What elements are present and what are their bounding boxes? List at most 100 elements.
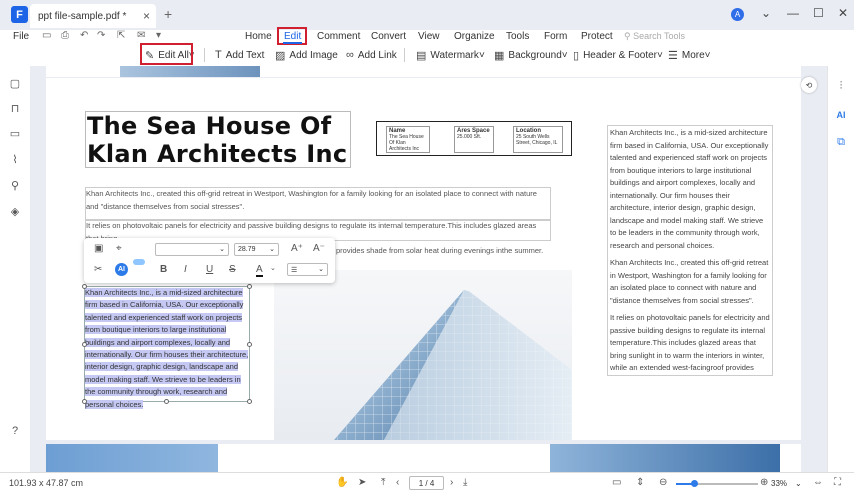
- first-page-icon[interactable]: ⤒: [381, 477, 385, 488]
- layers-icon[interactable]: ◈: [9, 206, 21, 218]
- page-nav-badge[interactable]: ⟲: [801, 77, 817, 93]
- resize-handle-s[interactable]: [164, 399, 169, 404]
- last-page-icon[interactable]: ⤓: [463, 477, 467, 488]
- text-box-icon: T: [215, 49, 222, 61]
- resize-handle-sw[interactable]: [82, 399, 87, 404]
- close-tab-icon[interactable]: ×: [143, 9, 150, 23]
- menu-organize[interactable]: Organize: [454, 31, 495, 42]
- menu-view[interactable]: View: [418, 31, 440, 42]
- underline-icon[interactable]: U: [206, 264, 213, 275]
- attachment-icon[interactable]: ⌇: [9, 154, 21, 166]
- scissors-icon[interactable]: ✂: [94, 264, 102, 275]
- select-tool-icon[interactable]: ➤: [358, 477, 366, 488]
- italic-icon[interactable]: I: [184, 264, 187, 275]
- new-tab-icon[interactable]: +: [164, 6, 172, 22]
- header-footer-icon: ▯: [573, 50, 580, 62]
- info-table[interactable]: Name The Sea House Of Klan Architects In…: [376, 121, 572, 156]
- properties-icon[interactable]: ⫶: [835, 80, 847, 92]
- intro-paragraph[interactable]: Khan Architects Inc., created this off-g…: [85, 187, 551, 221]
- right-paragraph-2: Khan Architects Inc., created this off-g…: [610, 258, 769, 305]
- comment-icon[interactable]: ▭: [9, 128, 21, 140]
- watermark-button[interactable]: ▤ Watermark ˅: [416, 49, 485, 62]
- resize-handle-e[interactable]: [247, 342, 252, 347]
- chevron-down-icon[interactable]: ⌄: [270, 264, 276, 272]
- ai-assistant-icon[interactable]: AI: [835, 109, 847, 121]
- undo-icon[interactable]: ↶: [80, 30, 88, 41]
- status-bar: 101.93 x 47.87 cm ✋ ➤ ⤒ ‹ 1 / 4 › ⤓ ▭ ⇕ …: [0, 472, 854, 493]
- next-page-image: [46, 444, 218, 472]
- header-footer-label: Header & Footer: [583, 50, 657, 61]
- zoom-slider[interactable]: [676, 480, 758, 487]
- right-sidebar: ⫶ AI ⧉: [827, 66, 854, 472]
- increase-font-icon[interactable]: A⁺: [291, 243, 303, 254]
- page-number-input[interactable]: 1 / 4: [409, 476, 444, 490]
- table-cell-area: Ares Space 25.000 Sft.: [454, 126, 494, 153]
- account-avatar[interactable]: A: [731, 8, 744, 21]
- font-color-icon[interactable]: A: [256, 264, 263, 277]
- search-tools[interactable]: ⚲ Search Tools: [624, 31, 685, 42]
- previous-page-icon[interactable]: ‹: [396, 477, 399, 488]
- menu-home[interactable]: Home: [245, 31, 272, 42]
- resize-handle-se[interactable]: [247, 399, 252, 404]
- text-style-icon[interactable]: ⌖: [116, 243, 122, 254]
- add-link-button[interactable]: ∞ Add Link: [346, 49, 397, 61]
- font-size-value: 28.79: [238, 246, 256, 253]
- search-icon[interactable]: ⚲: [9, 180, 21, 192]
- next-page-icon[interactable]: ›: [450, 477, 453, 488]
- chevron-down-icon: ˅: [704, 50, 711, 61]
- header-footer-button[interactable]: ▯ Header & Footer ˅: [573, 49, 663, 62]
- zoom-level-select[interactable]: 33% ⌄: [767, 476, 802, 490]
- menu-protect[interactable]: Protect: [581, 31, 613, 42]
- customize-dropdown-icon[interactable]: ▾: [156, 30, 161, 41]
- more-button[interactable]: ☰ More ˅: [668, 49, 711, 62]
- close-window-icon[interactable]: ✕: [838, 6, 848, 20]
- background-button[interactable]: ▦ Background ˅: [494, 49, 568, 62]
- zoom-out-icon[interactable]: ⊖: [659, 477, 667, 488]
- bookmark-icon[interactable]: ⊓: [9, 103, 21, 115]
- font-family-select[interactable]: ⌄: [155, 243, 229, 256]
- menu-comment[interactable]: Comment: [317, 31, 360, 42]
- minimize-icon[interactable]: —: [787, 6, 799, 20]
- menu-convert[interactable]: Convert: [371, 31, 406, 42]
- save-icon[interactable]: ▭: [42, 30, 51, 41]
- fit-page-icon[interactable]: ⇕: [636, 477, 644, 488]
- collapse-icon[interactable]: ⌄: [761, 6, 771, 20]
- add-text-button[interactable]: T Add Text: [215, 49, 264, 61]
- fullscreen-icon[interactable]: ⛶: [834, 477, 841, 488]
- alignment-select[interactable]: ☰ ⌄: [287, 263, 328, 276]
- resize-handle-ne[interactable]: [247, 284, 252, 289]
- bold-icon[interactable]: B: [160, 264, 167, 275]
- menu-tools[interactable]: Tools: [506, 31, 529, 42]
- zoom-slider-knob[interactable]: [691, 480, 699, 487]
- add-image-button[interactable]: ▨ Add Image: [275, 49, 338, 62]
- redo-icon[interactable]: ↷: [97, 30, 105, 41]
- page-thumbnail-icon[interactable]: ▢: [9, 78, 21, 90]
- menu-file[interactable]: File: [13, 31, 29, 42]
- page-layout-icon[interactable]: ▭: [612, 477, 621, 488]
- page-title[interactable]: The Sea House Of Klan Architects Inc: [85, 111, 351, 168]
- maximize-icon[interactable]: ☐: [813, 6, 824, 20]
- help-icon[interactable]: ?: [9, 425, 21, 437]
- mail-icon[interactable]: ✉: [137, 30, 145, 41]
- next-page-image-2: [550, 444, 780, 472]
- chevron-down-icon: ˅: [657, 50, 663, 61]
- print-icon[interactable]: ⎙: [61, 30, 69, 41]
- hand-tool-icon[interactable]: ✋: [336, 477, 348, 488]
- ai-rewrite-icon[interactable]: AI: [115, 263, 128, 276]
- selected-text-block[interactable]: Khan Architects Inc., is a mid-sized arc…: [84, 286, 250, 409]
- font-size-select[interactable]: 28.79 ⌄: [234, 243, 279, 256]
- right-paragraph-3: It relies on photovoltaic panels for ele…: [610, 313, 770, 372]
- resize-handle-nw[interactable]: [82, 284, 87, 289]
- building-image[interactable]: [274, 270, 572, 440]
- fit-width-icon[interactable]: ⇔: [813, 477, 823, 488]
- document-tab[interactable]: ppt file-sample.pdf * ×: [30, 4, 156, 28]
- strikethrough-icon[interactable]: S: [229, 264, 236, 275]
- translate-icon[interactable]: ⧉: [835, 136, 847, 148]
- share-icon[interactable]: ⇱: [117, 30, 125, 41]
- decrease-font-icon[interactable]: A⁻: [313, 243, 325, 254]
- resize-handle-w[interactable]: [82, 342, 87, 347]
- copy-style-icon[interactable]: ▣: [94, 243, 103, 254]
- image-icon: ▨: [275, 50, 286, 62]
- menu-form[interactable]: Form: [544, 31, 567, 42]
- right-column-text[interactable]: Khan Architects Inc., is a mid-sized arc…: [607, 125, 773, 376]
